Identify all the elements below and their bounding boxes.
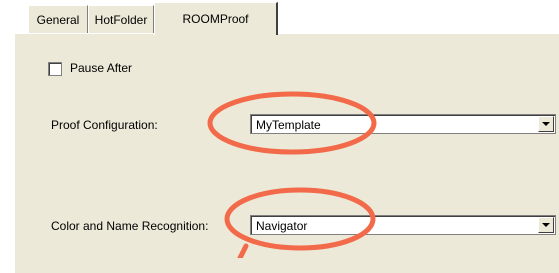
tab-roomproof[interactable]: ROOMProof [154,2,278,35]
proof-configuration-label: Proof Configuration: [51,118,158,132]
chevron-down-icon [542,223,550,227]
tab-general[interactable]: General [28,5,88,33]
color-name-recognition-label: Color and Name Recognition: [51,219,209,233]
color-name-recognition-select[interactable]: Navigator [250,215,556,235]
roomproof-panel: Pause After Proof Configuration: MyTempl… [14,33,559,273]
proof-configuration-value: MyTemplate [256,118,321,132]
color-name-recognition-dropdown-button[interactable] [538,217,554,233]
chevron-down-icon [542,122,550,126]
color-name-recognition-value: Navigator [256,219,308,233]
proof-configuration-dropdown-button[interactable] [538,116,554,132]
pause-after-checkbox[interactable] [48,62,62,76]
pause-after-label: Pause After [70,61,133,75]
tab-hotfolder[interactable]: HotFolder [88,5,154,33]
proof-configuration-select[interactable]: MyTemplate [250,114,556,134]
